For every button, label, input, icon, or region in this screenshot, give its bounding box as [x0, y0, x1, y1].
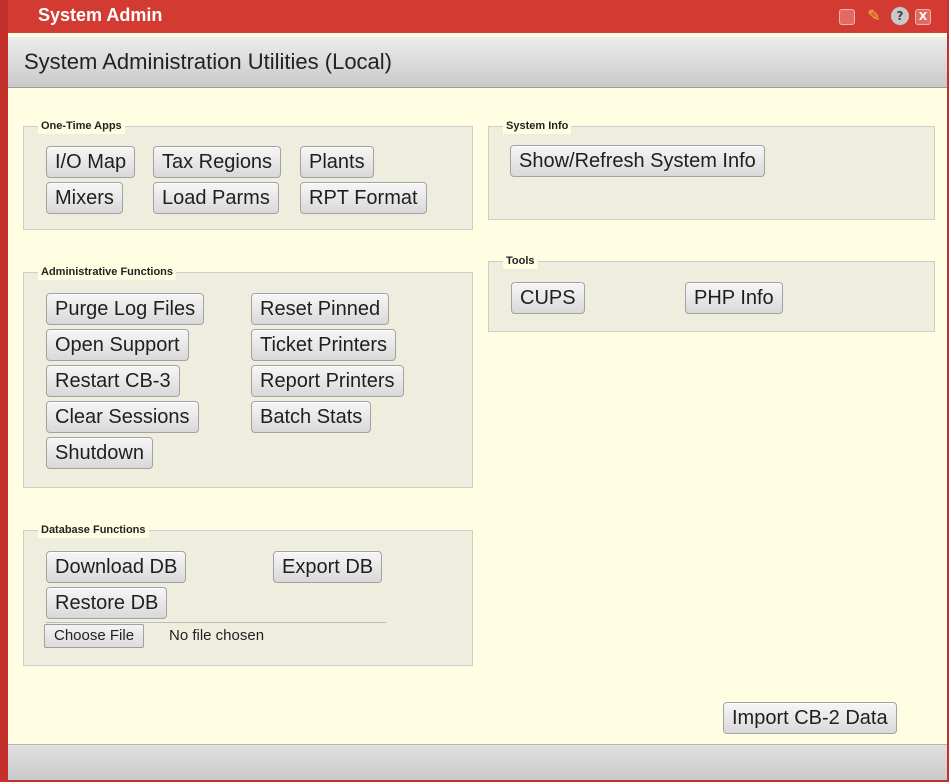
- ticket-printers-button[interactable]: Ticket Printers: [251, 329, 397, 361]
- window-title: System Admin: [38, 5, 163, 25]
- database-functions-panel: Database Functions Download DB Export DB…: [23, 522, 473, 666]
- status-bar: [8, 744, 947, 780]
- system-admin-window: System Admin ✎ ? X System Administration…: [0, 0, 949, 782]
- system-info-panel: System Info Show/Refresh System Info: [488, 118, 935, 220]
- help-icon[interactable]: ?: [891, 7, 909, 25]
- page-title: System Administration Utilities (Local): [24, 49, 393, 74]
- download-db-button[interactable]: Download DB: [46, 551, 187, 583]
- maximize-icon[interactable]: [839, 9, 855, 25]
- title-bar[interactable]: System Admin ✎ ? X: [8, 0, 947, 33]
- one-time-apps-panel: One-Time Apps I/O Map Tax Regions Plants…: [23, 118, 473, 230]
- io-map-button[interactable]: I/O Map: [46, 146, 136, 178]
- pin-icon[interactable]: ✎: [865, 7, 883, 25]
- system-info-legend: System Info: [503, 118, 572, 134]
- reset-pinned-button[interactable]: Reset Pinned: [251, 293, 390, 325]
- show-refresh-system-info-button[interactable]: Show/Refresh System Info: [510, 145, 765, 177]
- administrative-functions-legend: Administrative Functions: [38, 264, 177, 280]
- mixers-button[interactable]: Mixers: [46, 182, 123, 214]
- restore-db-button[interactable]: Restore DB: [46, 587, 168, 619]
- load-parms-button[interactable]: Load Parms: [153, 182, 279, 214]
- rpt-format-button[interactable]: RPT Format: [300, 182, 427, 214]
- tax-regions-button[interactable]: Tax Regions: [153, 146, 282, 178]
- file-chosen-status: No file chosen: [169, 627, 265, 644]
- open-support-button[interactable]: Open Support: [46, 329, 189, 361]
- tools-panel: Tools CUPS PHP Info: [488, 253, 935, 332]
- purge-log-files-button[interactable]: Purge Log Files: [46, 293, 205, 325]
- one-time-apps-legend: One-Time Apps: [38, 118, 125, 134]
- import-cb2-data-button[interactable]: Import CB-2 Data: [723, 702, 897, 734]
- report-printers-button[interactable]: Report Printers: [251, 365, 404, 397]
- close-icon[interactable]: X: [915, 9, 931, 25]
- shutdown-button[interactable]: Shutdown: [46, 437, 153, 469]
- php-info-button[interactable]: PHP Info: [685, 282, 783, 314]
- clear-sessions-button[interactable]: Clear Sessions: [46, 401, 199, 433]
- file-input-divider: [46, 622, 386, 623]
- cups-button[interactable]: CUPS: [511, 282, 585, 314]
- batch-stats-button[interactable]: Batch Stats: [251, 401, 372, 433]
- page-header: System Administration Utilities (Local): [8, 37, 947, 88]
- administrative-functions-panel: Administrative Functions Purge Log Files…: [23, 264, 473, 488]
- database-functions-legend: Database Functions: [38, 522, 149, 538]
- restart-cb3-button[interactable]: Restart CB-3: [46, 365, 180, 397]
- choose-file-button[interactable]: Choose File: [44, 624, 145, 648]
- plants-button[interactable]: Plants: [300, 146, 374, 178]
- tools-legend: Tools: [503, 253, 538, 269]
- export-db-button[interactable]: Export DB: [273, 551, 383, 583]
